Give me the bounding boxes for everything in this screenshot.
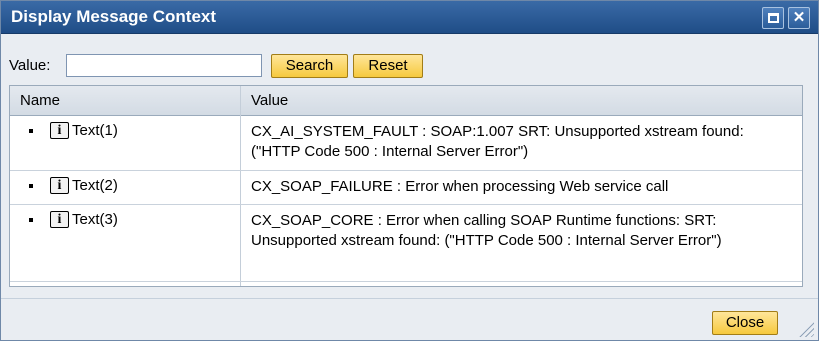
maximize-button[interactable] xyxy=(762,7,784,29)
row-name: Text(1) xyxy=(72,122,118,139)
table-row[interactable]: i Text(2) CX_SOAP_FAILURE : Error when p… xyxy=(10,172,802,205)
title-bar[interactable]: Display Message Context ✕ xyxy=(1,1,818,34)
display-message-context-dialog: Display Message Context ✕ Value: Search … xyxy=(0,0,819,341)
info-icon: i xyxy=(50,122,69,139)
resize-grip-icon[interactable] xyxy=(796,319,814,337)
info-icon: i xyxy=(50,177,69,194)
maximize-icon xyxy=(767,13,779,23)
search-button[interactable]: Search xyxy=(271,54,348,78)
row-name: Text(2) xyxy=(72,177,118,194)
info-icon: i xyxy=(50,211,69,228)
row-name: Text(3) xyxy=(72,211,118,228)
bullet-icon xyxy=(29,218,33,222)
value-label: Value: xyxy=(9,57,51,74)
message-context-table: Name Value i Text(1) CX_AI_SYSTEM_FAULT … xyxy=(9,85,803,287)
column-header-name[interactable]: Name xyxy=(20,92,60,109)
close-window-button[interactable]: ✕ xyxy=(788,7,810,29)
bullet-icon xyxy=(29,184,33,188)
bullet-icon xyxy=(29,129,33,133)
table-header: Name Value xyxy=(10,86,802,116)
row-value: CX_AI_SYSTEM_FAULT : SOAP:1.007 SRT: Uns… xyxy=(251,123,744,160)
close-button[interactable]: Close xyxy=(712,311,778,335)
table-row[interactable]: i Text(1) CX_AI_SYSTEM_FAULT : SOAP:1.00… xyxy=(10,117,802,171)
footer-divider xyxy=(1,298,818,299)
row-value: CX_SOAP_CORE : Error when calling SOAP R… xyxy=(251,212,722,249)
dialog-title: Display Message Context xyxy=(11,7,217,26)
column-header-value[interactable]: Value xyxy=(251,92,288,109)
close-icon: ✕ xyxy=(792,9,806,26)
value-input[interactable] xyxy=(66,54,262,77)
row-value: CX_SOAP_FAILURE : Error when processing … xyxy=(251,178,669,195)
table-row[interactable]: i Text(3) CX_SOAP_CORE : Error when call… xyxy=(10,206,802,282)
reset-button[interactable]: Reset xyxy=(353,54,423,78)
